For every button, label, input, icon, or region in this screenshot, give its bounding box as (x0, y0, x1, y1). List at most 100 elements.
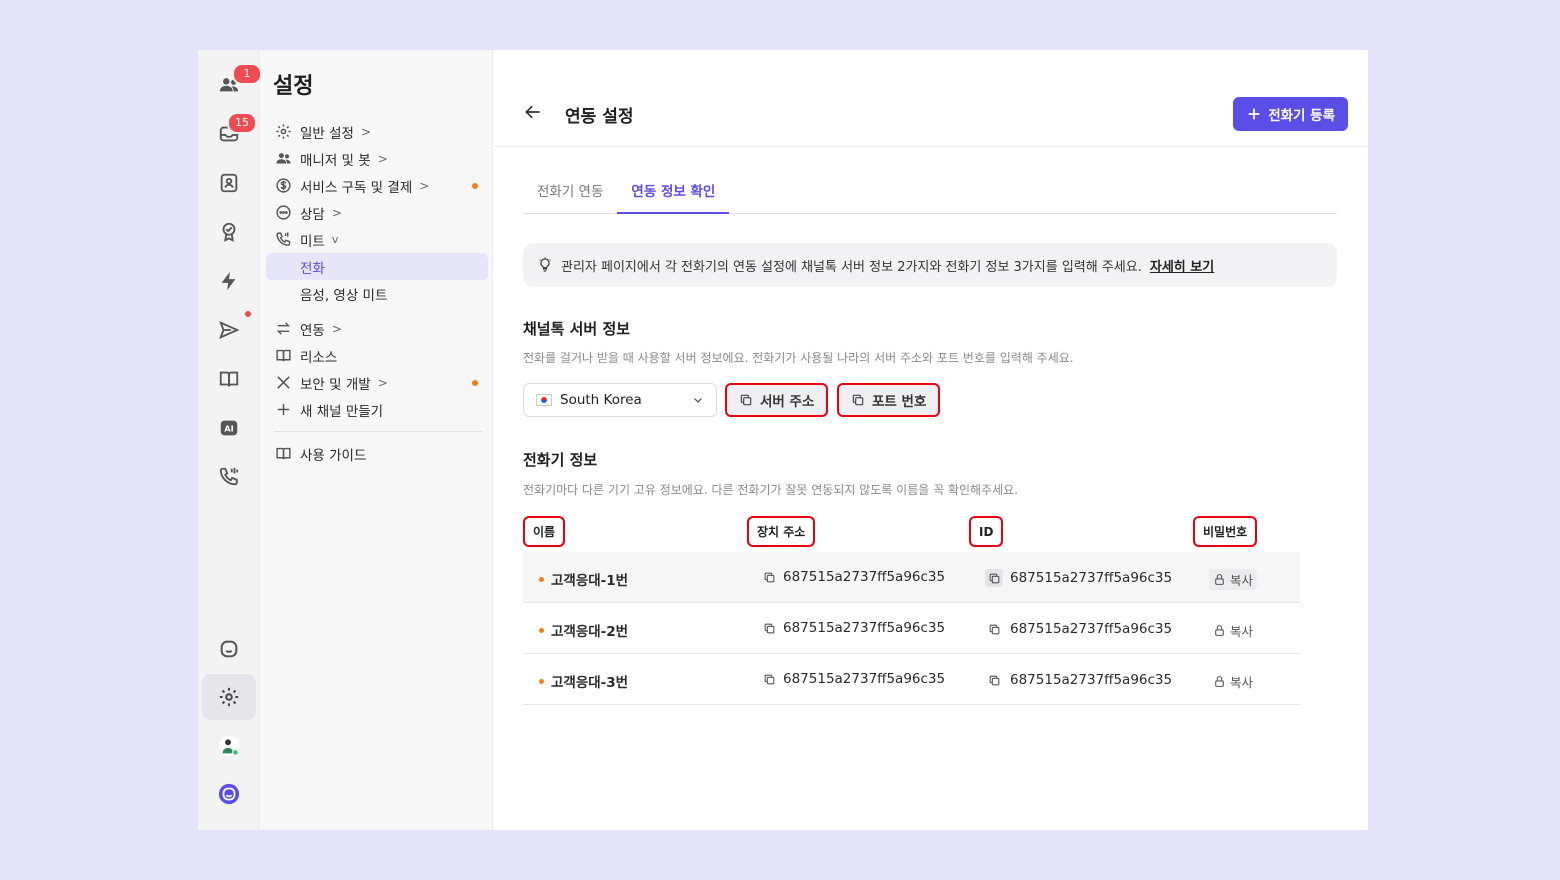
sidebar-item-general[interactable]: 일반 설정 > (266, 118, 488, 145)
rail-channel-logo[interactable] (202, 771, 256, 817)
page-header: 연동 설정 전화기 등록 (493, 50, 1368, 147)
swap-icon (276, 322, 290, 335)
tab-integration-info[interactable]: 연동 정보 확인 (617, 178, 730, 214)
copy-server-address-label: 서버 주소 (760, 394, 815, 410)
copy-server-address-button[interactable]: 서버 주소 (725, 383, 829, 417)
sidebar-item-label: 매니저 및 봇 (300, 152, 371, 169)
sidebar-item-label: 일반 설정 (300, 125, 354, 142)
page-title: 연동 설정 (565, 107, 634, 127)
gear-icon (219, 687, 239, 707)
sidebar-divider (274, 431, 482, 432)
sidebar-item-new-channel[interactable]: 새 채널 만들기 (266, 396, 488, 423)
sidebar-item-billing[interactable]: 서비스 구독 및 결제 > (266, 172, 488, 199)
channel-logo-icon (218, 783, 240, 805)
id-value: 687515a2737ff5a96c35 (1010, 621, 1173, 637)
copy-icon (989, 675, 999, 685)
chevron-right-icon: > (419, 178, 430, 193)
contact-card-icon (220, 173, 238, 193)
sidebar-item-meet[interactable]: 미트 v (266, 226, 488, 253)
channel-talk-icon (220, 640, 238, 658)
lock-icon (1215, 574, 1224, 585)
book-icon (275, 447, 291, 460)
password-copy[interactable]: 복사 (1209, 671, 1257, 692)
password-copy-label: 복사 (1230, 675, 1254, 690)
send-icon (219, 320, 240, 340)
rail-avatar[interactable] (202, 723, 256, 769)
address-copy[interactable]: 687515a2737ff5a96c35 (763, 569, 945, 585)
id-copy[interactable]: 687515a2737ff5a96c35 (985, 569, 1172, 587)
app-window: 1 15 AI 설정 일반 설정 > 매니저 및 봇 > 서비스 구독 및 결제… (198, 50, 1368, 830)
status-dot (539, 576, 544, 582)
phone-icon (275, 232, 290, 246)
phone-section-desc: 전화기마다 다른 기기 고유 정보에요. 다른 전화기가 잘못 연동되지 않도록… (523, 483, 1019, 497)
people-icon (275, 153, 291, 164)
plus-icon (1248, 108, 1260, 120)
password-copy[interactable]: 복사 (1209, 569, 1258, 590)
rail-badge[interactable] (202, 209, 256, 255)
sidebar-item-security[interactable]: 보안 및 개발 > (266, 369, 488, 396)
rail-contact-book[interactable] (202, 160, 256, 206)
phone-name: 고객응대-3번 (539, 671, 628, 691)
id-copy[interactable]: 687515a2737ff5a96c35 (985, 671, 1172, 689)
rail-ai[interactable]: AI (202, 405, 256, 451)
sidebar-item-label: 음성, 영상 미트 (300, 287, 388, 304)
sidebar-item-phone[interactable]: 전화 (266, 253, 488, 280)
rail-phone[interactable] (202, 454, 256, 500)
id-value: 687515a2737ff5a96c35 (1010, 570, 1173, 586)
sidebar-item-voice-video[interactable]: 음성, 영상 미트 (266, 280, 488, 307)
chevron-right-icon: > (360, 124, 372, 139)
copy-icon (989, 573, 999, 583)
chat-icon (275, 205, 291, 220)
sidebar-item-label: 보안 및 개발 (300, 376, 371, 393)
country-select[interactable]: South Korea (523, 383, 717, 417)
learn-more-link[interactable]: 자세히 보기 (1150, 256, 1214, 275)
copy-icon (764, 572, 775, 582)
id-copy[interactable]: 687515a2737ff5a96c35 (985, 620, 1172, 638)
copy-icon (764, 623, 775, 633)
book-icon (275, 349, 291, 362)
rail-campaign[interactable] (202, 307, 256, 353)
sidebar-item-label: 전화 (300, 260, 325, 277)
rail-inbox[interactable]: 15 (202, 111, 257, 157)
arrow-left-icon[interactable] (523, 102, 543, 122)
ai-icon: AI (220, 420, 238, 436)
address-copy[interactable]: 687515a2737ff5a96c35 (763, 671, 945, 687)
chevron-right-icon: > (377, 151, 388, 166)
lightning-icon (221, 271, 236, 291)
tab-phone-integration[interactable]: 전화기 연동 (523, 178, 617, 214)
chevron-down-icon: v (331, 233, 339, 246)
contacts-badge: 1 (232, 63, 262, 85)
rail-settings[interactable] (202, 674, 256, 720)
phone-name-text: 고객응대-1번 (551, 573, 629, 589)
password-copy[interactable]: 복사 (1209, 620, 1257, 641)
phone-name-text: 고객응대-2번 (551, 624, 629, 640)
register-phone-button[interactable]: 전화기 등록 (1233, 97, 1348, 131)
column-header-id: ID (969, 516, 1004, 547)
address-copy[interactable]: 687515a2737ff5a96c35 (763, 620, 945, 636)
sidebar-item-resource[interactable]: 리소스 (266, 342, 488, 369)
sidebar-item-label: 사용 가이드 (300, 447, 367, 464)
inbox-badge: 15 (227, 112, 257, 134)
table-row: 고객응대-1번 687515a2737ff5a96c35 687515a2737… (523, 552, 1300, 603)
rail-channel[interactable] (202, 626, 256, 672)
rail-automation[interactable] (202, 258, 256, 304)
settings-nav: 일반 설정 > 매니저 및 봇 > 서비스 구독 및 결제 > 상담 > 미트 … (266, 118, 488, 467)
chevron-right-icon: > (377, 375, 388, 390)
address-value: 687515a2737ff5a96c35 (783, 620, 946, 636)
phone-section-title: 전화기 정보 (523, 451, 598, 469)
copy-icon (740, 394, 752, 406)
chevron-right-icon: > (331, 321, 342, 336)
tab-bar: 전화기 연동 연동 정보 확인 (523, 178, 1337, 214)
campaign-dot (245, 311, 251, 317)
sidebar-item-consult[interactable]: 상담 > (266, 199, 488, 226)
gear-icon (275, 124, 291, 139)
rail-contacts[interactable]: 1 (202, 62, 262, 108)
sidebar-item-guide[interactable]: 사용 가이드 (266, 440, 488, 467)
sidebar-item-managers[interactable]: 매니저 및 봇 > (266, 145, 488, 172)
sidebar-item-integration[interactable]: 연동 > (266, 315, 488, 342)
sidebar-item-label: 리소스 (300, 349, 338, 366)
column-header-name: 이름 (523, 516, 566, 547)
rail-document[interactable] (202, 356, 256, 402)
info-text: 관리자 페이지에서 각 전화기의 연동 설정에 채널톡 서버 정보 2가지와 전… (561, 259, 1142, 275)
copy-port-button[interactable]: 포트 번호 (837, 383, 941, 417)
